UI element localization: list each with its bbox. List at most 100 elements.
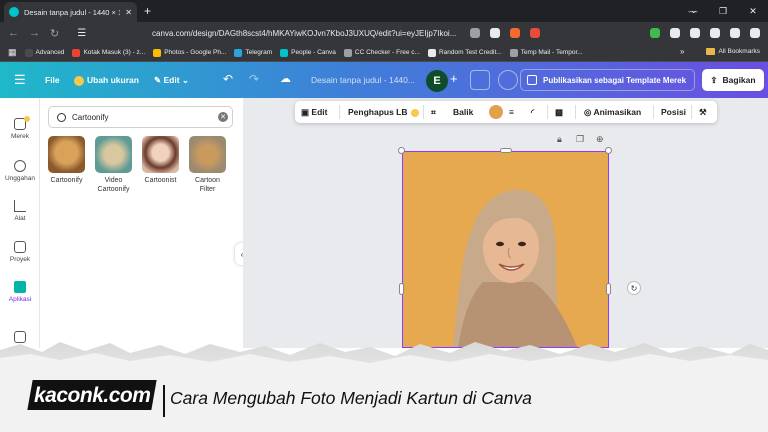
maximize-icon[interactable]: ❐	[708, 0, 738, 22]
edit-menu[interactable]: ✎ Edit ⌄	[154, 75, 189, 86]
rotate-handle[interactable]: ↻	[627, 281, 641, 295]
bookmark-item[interactable]: Telegram	[234, 48, 273, 57]
profile-icon[interactable]	[750, 28, 760, 38]
forward-icon[interactable]: →	[29, 27, 40, 40]
resize-handle-top-right[interactable]	[605, 147, 612, 154]
close-window-icon[interactable]: ✕	[738, 0, 768, 22]
clear-search-icon[interactable]: ✕	[218, 112, 228, 122]
premium-dot-icon	[24, 116, 30, 122]
avatar[interactable]: E	[426, 70, 448, 92]
sidebar-icon[interactable]	[730, 28, 740, 38]
corner-rounding-icon[interactable]: ◜	[531, 107, 534, 118]
file-menu[interactable]: File	[45, 75, 60, 85]
animate-button[interactable]: ◎ Animasikan	[584, 107, 641, 118]
bookmark-item[interactable]: Photos - Google Ph...	[153, 48, 227, 57]
comment-icon[interactable]	[498, 70, 518, 90]
resize-handle-left[interactable]	[399, 283, 404, 295]
bookmark-label: Photos - Google Ph...	[164, 49, 227, 56]
bookmark-star-icon[interactable]	[490, 28, 500, 38]
apps-grid-icon[interactable]: ▦	[8, 47, 17, 58]
app-label: Cartoonist	[144, 177, 177, 184]
add-page-icon[interactable]: ⊕	[596, 134, 604, 145]
search-box[interactable]: ✕	[48, 106, 233, 128]
extension-gray-icon[interactable]	[670, 28, 680, 38]
crown-icon	[74, 75, 84, 86]
bookmark-item[interactable]: CC Checker - Free c...	[343, 48, 420, 57]
template-icon	[527, 75, 537, 85]
rail-item-projects[interactable]: Proyek	[0, 241, 40, 263]
dog-thumbnail	[189, 136, 226, 173]
download-icon[interactable]	[710, 28, 720, 38]
resize-handle-top-left[interactable]	[398, 147, 405, 154]
edit-label: Edit	[163, 75, 180, 85]
bookmark-label: Telegram	[245, 49, 273, 56]
edit-image-button[interactable]: ▣ Edit	[301, 107, 327, 118]
resize-button[interactable]: Ubah ukuran	[74, 75, 139, 86]
bookmark-item[interactable]: Temp Mail - Tempor...	[509, 48, 583, 57]
bookmark-label: Advanced	[35, 49, 65, 56]
back-icon[interactable]: ←	[8, 27, 19, 40]
transparency-icon[interactable]: ▩	[555, 107, 563, 118]
brave-shield-icon[interactable]	[510, 28, 520, 38]
app-card-cartoonify[interactable]: Cartoonify	[48, 136, 85, 194]
site-icon	[343, 48, 352, 57]
all-bookmarks[interactable]: All Bookmarks	[706, 48, 760, 55]
publish-template-button[interactable]: Publikasikan sebagai Template Merek	[520, 69, 695, 91]
share-label: Bagikan	[722, 75, 756, 85]
search-icon	[57, 112, 66, 122]
close-tab-icon[interactable]: ✕	[125, 8, 132, 17]
bookmark-item[interactable]: Kotak Masuk (3) - z...	[72, 48, 145, 57]
window-controls: — ❐ ✕	[678, 0, 768, 22]
translate-icon[interactable]	[470, 28, 480, 38]
rail-item-brand[interactable]: Merek	[0, 116, 40, 140]
menu-icon[interactable]: ☰	[14, 72, 26, 88]
paint-format-icon[interactable]: ⚒	[699, 107, 707, 118]
insights-chart-icon[interactable]	[470, 70, 490, 90]
bg-remover-button[interactable]: Penghapus LB	[348, 107, 422, 117]
extension-icon[interactable]	[530, 28, 540, 38]
undo-icon[interactable]: ↶	[223, 72, 233, 86]
resize-label: Ubah ukuran	[87, 75, 139, 85]
rail-label: Aplikasi	[8, 296, 32, 303]
border-style-icon[interactable]: ≡	[509, 107, 514, 117]
share-button[interactable]: ⇪ Bagikan	[702, 69, 764, 91]
duplicate-icon[interactable]: ❐	[576, 134, 584, 145]
add-collaborator-icon[interactable]: +	[450, 71, 458, 86]
more-bookmarks-icon[interactable]: »	[680, 47, 684, 56]
extensions-puzzle-icon[interactable]	[690, 28, 700, 38]
rail-item-apps[interactable]: Aplikasi	[0, 281, 40, 303]
reload-icon[interactable]: ↻	[50, 27, 59, 40]
minimize-icon[interactable]: —	[678, 0, 708, 22]
extension-green-icon[interactable]	[650, 28, 660, 38]
browser-tab[interactable]: Desain tanpa judul - 1440 × 180... ✕	[4, 2, 137, 22]
publish-template-label: Publikasikan sebagai Template Merek	[543, 75, 687, 85]
rail-item-uploads[interactable]: Unggahan	[0, 160, 40, 182]
new-tab-icon[interactable]: +	[144, 4, 151, 18]
cloud-save-icon[interactable]: ☁	[280, 72, 291, 85]
resize-handle-right[interactable]	[606, 283, 611, 295]
app-card-cartoon-filter[interactable]: Cartoon Filter	[189, 136, 226, 194]
search-input[interactable]	[72, 112, 212, 122]
rail-item-tools[interactable]: Alat	[0, 200, 40, 222]
resize-handle-top[interactable]	[500, 148, 512, 153]
share-icon: ⇪	[710, 74, 718, 85]
document-title[interactable]: Desain tanpa judul - 1440...	[311, 75, 415, 85]
app-label: Cartoonify	[50, 177, 83, 184]
bookmark-item[interactable]: Random Test Credit...	[427, 48, 502, 57]
selected-photo[interactable]	[402, 151, 609, 348]
flip-button[interactable]: Balik	[453, 107, 473, 117]
site-info-icon[interactable]: ☰	[77, 28, 86, 39]
puppy-thumbnail	[95, 136, 132, 173]
app-card-cartoonist[interactable]: Cartoonist	[142, 136, 179, 194]
position-button[interactable]: Posisi	[661, 107, 686, 117]
redo-icon[interactable]: ↷	[249, 72, 259, 86]
bookmark-item[interactable]: Advanced	[24, 48, 65, 57]
browser-tab-strip: Desain tanpa judul - 1440 × 180... ✕ + ⌄…	[0, 0, 768, 22]
app-card-video-cartoonify[interactable]: Video Cartoonify	[95, 136, 132, 194]
lock-icon[interactable]: 🔒︎	[557, 134, 562, 145]
bookmark-item[interactable]: People - Canva	[280, 48, 336, 57]
fill-color-swatch[interactable]	[489, 105, 503, 119]
address-bar[interactable]: canva.com/design/DAGth8scst4/hMKAYiwKOJv…	[140, 25, 475, 41]
crop-icon[interactable]: ⌗	[431, 107, 436, 118]
